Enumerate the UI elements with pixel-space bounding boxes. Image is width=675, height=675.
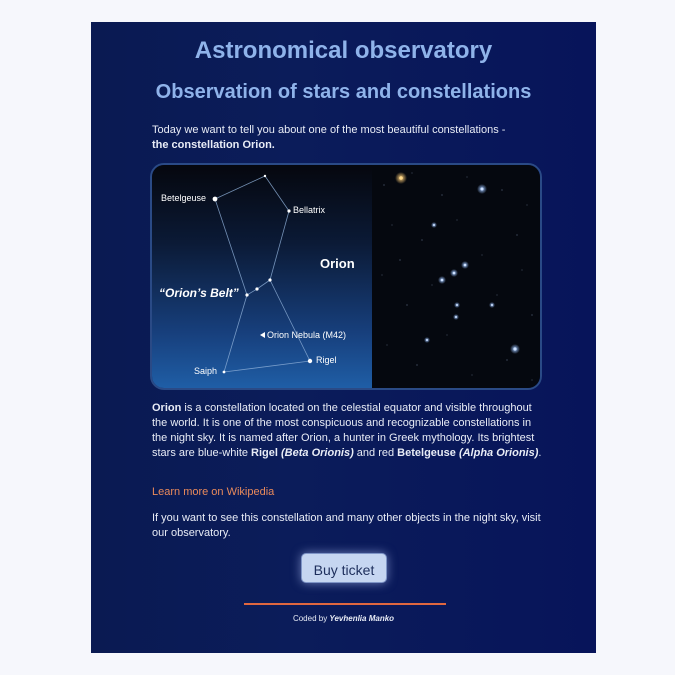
visit-paragraph: If you want to see this constellation an… [152, 512, 541, 539]
starfield-image [381, 172, 533, 381]
desc-betelgeuse-alt: (Alpha Orionis) [458, 447, 539, 459]
credit-prefix: Coded by [292, 614, 330, 623]
intro-paragraph: Today we want to tell you about one of t… [152, 123, 532, 153]
desc-rigel: Rigel [251, 447, 278, 459]
label-orion: Orion [320, 256, 355, 271]
desc-orion: Orion [152, 402, 182, 414]
desc-betelgeuse: Betelgeuse [397, 447, 456, 459]
label-orion-nebula: Orion Nebula (M42) [267, 330, 347, 340]
description-paragraph: Orion is a constellation located on the … [152, 401, 544, 461]
divider-rule [244, 603, 446, 605]
desc-rigel-alt: (Beta Orionis) [281, 447, 354, 459]
label-rigel: Rigel [316, 355, 337, 365]
label-bellatrix: Bellatrix [293, 205, 326, 215]
page-subtitle: Observation of stars and constellations [155, 81, 532, 103]
page-title: Astronomical observatory [194, 37, 493, 64]
orion-illustration: Betelgeuse Bellatrix Orion “Orion’s Belt… [150, 163, 542, 390]
intro-text: Today we want to tell you about one of t… [152, 124, 506, 136]
credit-author: Yevhenlia Manko [329, 614, 395, 623]
buy-ticket-button[interactable]: Buy ticket [301, 553, 387, 583]
desc-text-2: and red [353, 447, 398, 459]
desc-end: . [538, 447, 542, 459]
intro-bold: the constellation Orion. [152, 139, 275, 151]
label-betelgeuse: Betelgeuse [161, 193, 207, 203]
constellation-diagram: Betelgeuse Bellatrix Orion “Orion’s Belt… [152, 165, 372, 388]
wikipedia-link[interactable]: Learn more on Wikipedia [152, 486, 274, 498]
starfield-photo [372, 165, 540, 388]
label-orions-belt: “Orion’s Belt” [159, 286, 239, 300]
label-saiph: Saiph [194, 366, 218, 376]
email-panel: Astronomical observatory Observation of … [91, 22, 596, 653]
footer-credit: Coded by Yevhenlia Manko [91, 614, 596, 623]
